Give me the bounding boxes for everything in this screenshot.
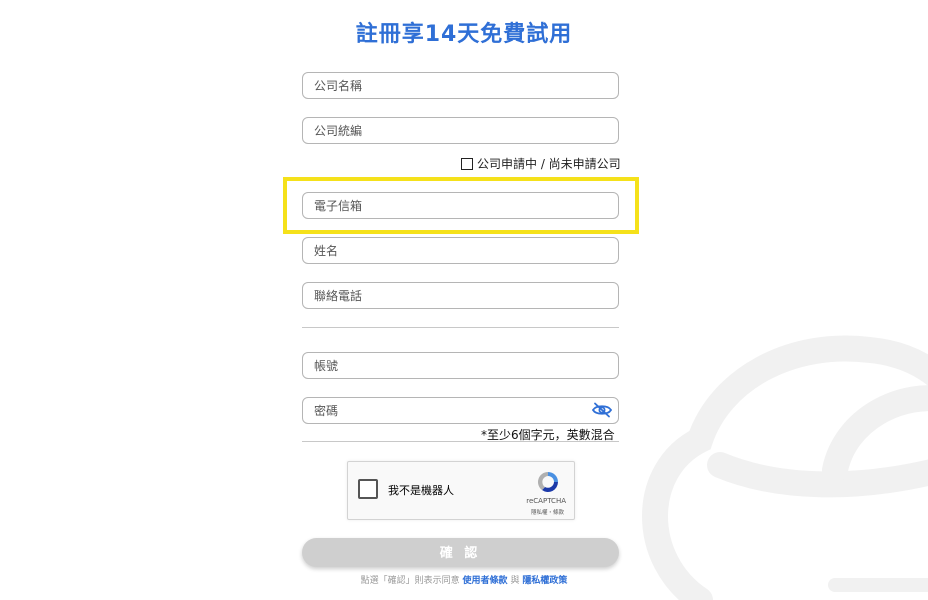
terms-notice: 點選「確認」則表示同意 使用者條款 與 隱私權政策 [0,573,928,586]
user-terms-link[interactable]: 使用者條款 [463,576,508,586]
company-name-input[interactable] [314,73,618,98]
phone-input[interactable] [314,283,618,308]
company-pending-label: 公司申請中 / 尚未申請公司 [477,157,621,171]
confirm-button[interactable]: 確 認 [302,538,619,567]
password-field[interactable] [302,397,619,424]
password-divider [302,441,619,442]
company-name-field[interactable] [302,72,619,99]
account-input[interactable] [314,353,618,378]
password-input[interactable] [314,398,618,423]
phone-field[interactable] [302,282,619,309]
recaptcha-links: 隱私權・條款 [531,508,564,516]
email-input[interactable] [314,193,618,218]
privacy-policy-link[interactable]: 隱私權政策 [522,576,567,586]
recaptcha-terms-link[interactable]: 條款 [553,510,564,516]
email-field[interactable] [302,192,619,219]
eye-slash-icon[interactable] [592,402,612,418]
terms-and: 與 [510,576,520,586]
terms-prefix: 點選「確認」則表示同意 [360,576,460,586]
company-tax-id-input[interactable] [314,118,618,143]
recaptcha-brand: reCAPTCHA [526,497,566,505]
section-divider [302,327,619,328]
company-pending-checkbox[interactable] [461,157,473,170]
recaptcha-widget: 我不是機器人 reCAPTCHA 隱私權・條款 [347,461,575,520]
recaptcha-privacy-link[interactable]: 隱私權 [531,510,548,516]
account-field[interactable] [302,352,619,379]
recaptcha-label: 我不是機器人 [388,484,454,497]
recaptcha-checkbox[interactable] [358,479,378,499]
company-tax-id-field[interactable] [302,117,619,144]
company-pending-option[interactable]: 公司申請中 / 尚未申請公司 [461,155,621,172]
page-title: 註冊享14天免費試用 [355,22,573,47]
recaptcha-icon [538,472,558,492]
name-field[interactable] [302,237,619,264]
name-input[interactable] [314,238,618,263]
